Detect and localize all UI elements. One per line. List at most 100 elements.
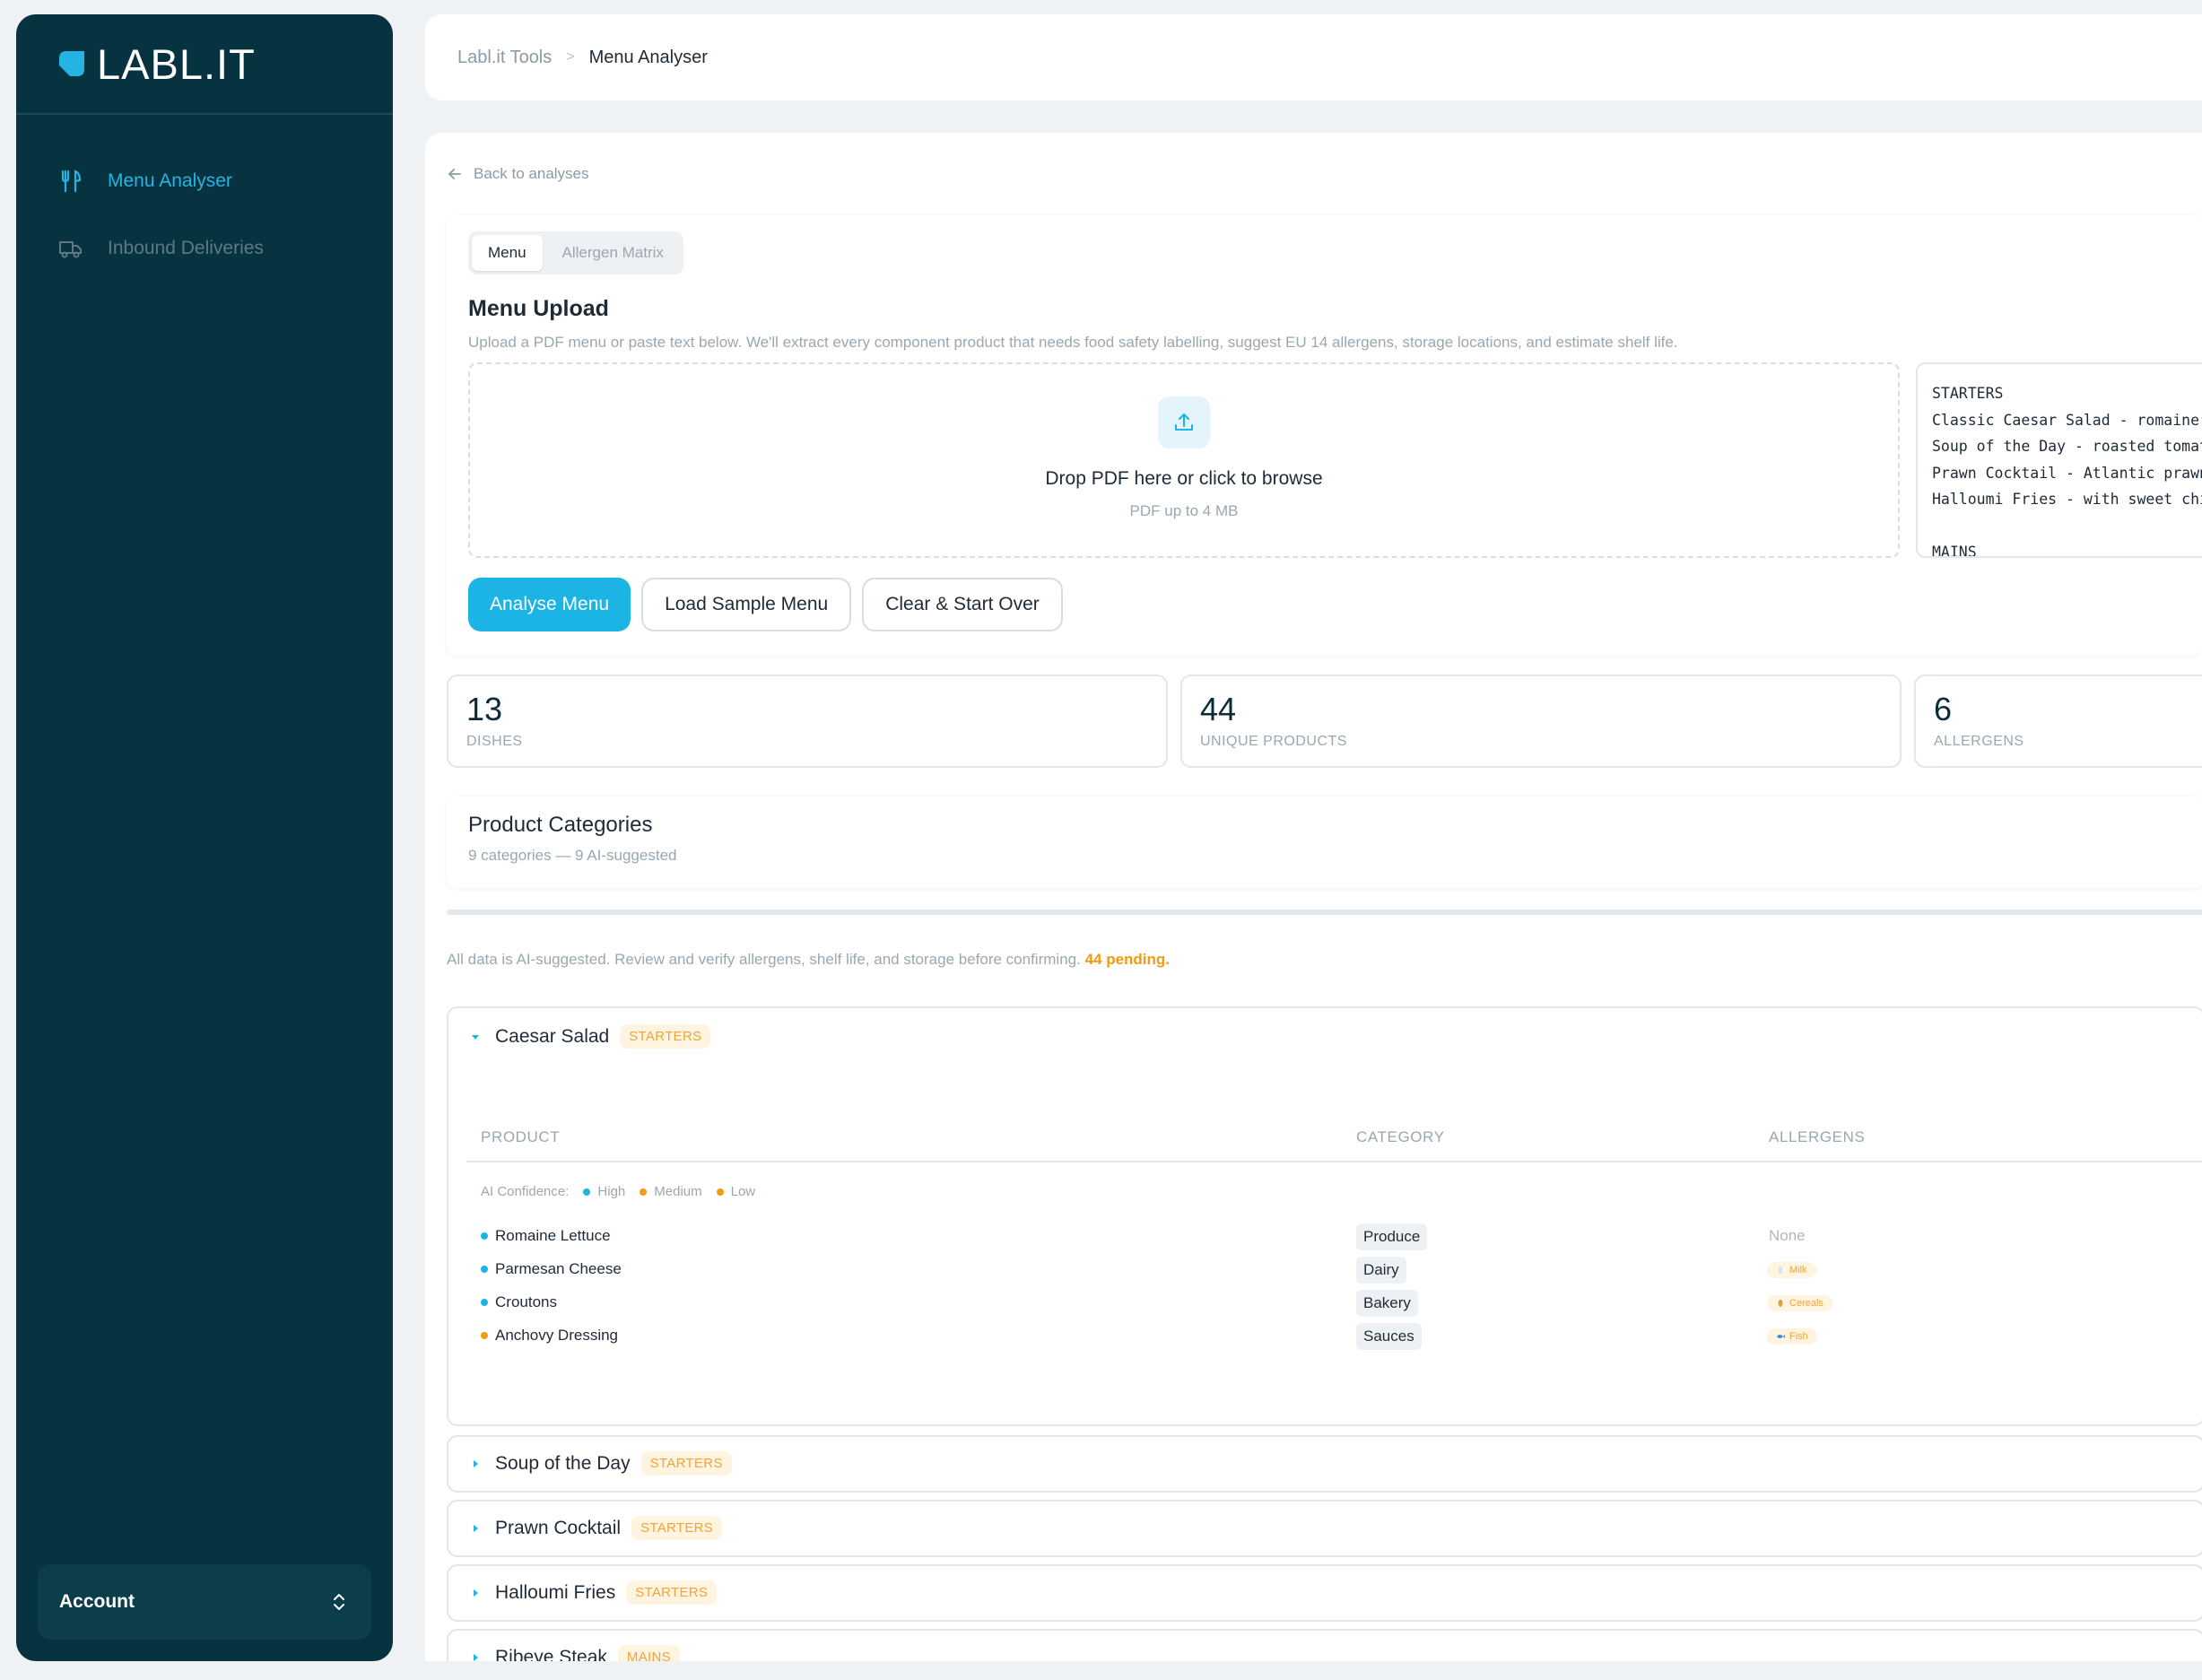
- stat-value: 44: [1200, 691, 1237, 727]
- dish-name: Ribeye Steak: [495, 1646, 607, 1662]
- caret-down-icon: [472, 1034, 479, 1040]
- dish-panel-prawn-cocktail[interactable]: Prawn Cocktail STARTERS: [447, 1500, 2202, 1557]
- confidence-high-dot: [481, 1299, 488, 1306]
- fork-knife-icon: [61, 169, 82, 192]
- sidebar-item-label: Menu Analyser: [108, 170, 232, 191]
- milk-icon: [1779, 1267, 1782, 1274]
- categories-title: Product Categories: [468, 813, 653, 837]
- ai-review-note: All data is AI-suggested. Review and ver…: [447, 951, 1170, 969]
- confidence-legend: AI Confidence: High Medium Low: [481, 1184, 755, 1199]
- menu-text-input[interactable]: STARTERS Classic Caesar Salad - romaine,…: [1916, 362, 2202, 558]
- product-category[interactable]: Sauces: [1356, 1323, 1422, 1350]
- breadcrumb-separator: >: [566, 49, 575, 65]
- table-row[interactable]: Romaine Lettuce Produce None: [448, 1220, 2202, 1256]
- sidebar-item-label: Inbound Deliveries: [108, 237, 264, 258]
- dish-panel-halloumi-fries[interactable]: Halloumi Fries STARTERS: [447, 1564, 2202, 1622]
- confidence-high-dot: [481, 1266, 488, 1273]
- stat-dishes: 13 DISHES: [447, 675, 1168, 768]
- product-categories-card[interactable]: Product Categories 9 categories — 9 AI-s…: [447, 796, 2202, 888]
- dish-header[interactable]: Caesar Salad STARTERS: [470, 1024, 711, 1049]
- allergen-chip-cereals[interactable]: Cereals: [1767, 1295, 1832, 1311]
- pdf-dropzone[interactable]: Drop PDF here or click to browse PDF up …: [468, 362, 1900, 558]
- table-row[interactable]: Anchovy Dressing Sauces Fish: [448, 1319, 2202, 1355]
- pending-count: 44 pending.: [1084, 951, 1171, 968]
- account-switcher[interactable]: Account: [38, 1564, 371, 1640]
- allergen-chip-milk[interactable]: Milk: [1767, 1262, 1816, 1278]
- dish-header[interactable]: Halloumi Fries STARTERS: [470, 1580, 718, 1605]
- wheat-icon: [1778, 1300, 1783, 1307]
- dish-name: Halloumi Fries: [495, 1581, 616, 1603]
- tab-allergen-matrix[interactable]: Allergen Matrix: [546, 235, 680, 271]
- product-category[interactable]: Bakery: [1356, 1290, 1418, 1317]
- section-divider: [447, 910, 2202, 915]
- arrow-left-icon: [448, 169, 461, 179]
- caret-right-icon: [474, 1459, 478, 1467]
- product-allergen-none: None: [1769, 1227, 1806, 1244]
- upload-description: Upload a PDF menu or paste text below. W…: [468, 334, 1678, 351]
- dropzone-title: Drop PDF here or click to browse: [1045, 468, 1323, 489]
- dish-name: Soup of the Day: [495, 1452, 631, 1474]
- account-label: Account: [59, 1591, 135, 1612]
- dish-header[interactable]: Soup of the Day STARTERS: [470, 1451, 732, 1475]
- labl-logo-icon: [59, 51, 84, 76]
- top-header: Labl.it Tools > Menu Analyser: [425, 14, 2202, 100]
- sidebar-nav: Menu Analyser Inbound Deliveries: [16, 115, 393, 282]
- brand: LABL.IT: [16, 14, 393, 115]
- stat-label: DISHES: [466, 734, 523, 749]
- column-header-category[interactable]: CATEGORY: [1356, 1128, 1445, 1146]
- main-panel: Back to analyses Menu Allergen Matrix Me…: [425, 133, 2202, 1661]
- dish-header[interactable]: Ribeye Steak MAINS: [470, 1645, 680, 1661]
- dish-name: Caesar Salad: [495, 1025, 610, 1047]
- stat-allergens: 6 ALLERGENS: [1914, 675, 2202, 768]
- sidebar-item-menu-analyser[interactable]: Menu Analyser: [16, 147, 393, 214]
- breadcrumb-root[interactable]: Labl.it Tools: [457, 48, 552, 68]
- dish-course-tag: MAINS: [617, 1645, 680, 1661]
- sidebar-item-inbound-deliveries[interactable]: Inbound Deliveries: [16, 214, 393, 282]
- view-tabs: Menu Allergen Matrix: [468, 231, 683, 274]
- tab-menu[interactable]: Menu: [472, 235, 543, 271]
- stat-label: ALLERGENS: [1934, 734, 2024, 749]
- analyse-menu-button[interactable]: Analyse Menu: [468, 578, 631, 631]
- menu-upload-card: Menu Allergen Matrix Menu Upload Upload …: [447, 215, 2202, 655]
- stat-value: 13: [466, 691, 503, 727]
- dish-panel-caesar-salad: Caesar Salad STARTERS PRODUCT CATEGORY A…: [447, 1006, 2202, 1426]
- brand-name: LABL.IT: [97, 39, 256, 88]
- confidence-high-dot: [481, 1232, 488, 1240]
- truck-icon: [59, 240, 82, 257]
- upload-icon: [1175, 413, 1193, 431]
- dish-course-tag: STARTERS: [631, 1516, 723, 1540]
- column-header-allergens[interactable]: ALLERGENS: [1769, 1128, 1865, 1146]
- product-category[interactable]: Produce: [1356, 1223, 1428, 1250]
- legend-high: High: [583, 1184, 625, 1199]
- table-row[interactable]: Parmesan Cheese Dairy Milk: [448, 1253, 2202, 1289]
- dish-course-tag: STARTERS: [640, 1451, 732, 1475]
- dropzone-subtitle: PDF up to 4 MB: [1129, 502, 1239, 519]
- load-sample-menu-button[interactable]: Load Sample Menu: [641, 578, 852, 631]
- clear-start-over-button[interactable]: Clear & Start Over: [862, 578, 1063, 631]
- dish-panel-ribeye-steak[interactable]: Ribeye Steak MAINS: [447, 1629, 2202, 1661]
- stat-value: 6: [1934, 691, 1953, 727]
- back-link[interactable]: Back to analyses: [447, 165, 589, 183]
- stat-label: UNIQUE PRODUCTS: [1200, 734, 1347, 749]
- legend-low: Low: [716, 1184, 755, 1199]
- dish-panel-soup-of-the-day[interactable]: Soup of the Day STARTERS: [447, 1435, 2202, 1493]
- dish-name: Prawn Cocktail: [495, 1517, 622, 1538]
- dish-header[interactable]: Prawn Cocktail STARTERS: [470, 1516, 723, 1540]
- product-name: Romaine Lettuce: [481, 1227, 611, 1245]
- stat-unique-products: 44 UNIQUE PRODUCTS: [1180, 675, 1902, 768]
- allergen-chip-fish[interactable]: Fish: [1767, 1328, 1817, 1345]
- categories-subtitle: 9 categories — 9 AI-suggested: [468, 847, 677, 864]
- column-header-product[interactable]: PRODUCT: [481, 1128, 560, 1146]
- table-row[interactable]: Croutons Bakery Cereals: [448, 1286, 2202, 1322]
- caret-right-icon: [474, 1653, 478, 1661]
- fish-icon: [1777, 1335, 1785, 1338]
- legend-label: AI Confidence:: [481, 1184, 570, 1199]
- caret-right-icon: [474, 1524, 478, 1532]
- caret-right-icon: [474, 1589, 478, 1597]
- ai-note-text: All data is AI-suggested. Review and ver…: [447, 951, 1081, 968]
- product-category[interactable]: Dairy: [1356, 1257, 1406, 1284]
- legend-medium: Medium: [640, 1184, 702, 1199]
- product-name: Croutons: [481, 1293, 557, 1311]
- back-label: Back to analyses: [474, 165, 589, 182]
- confidence-medium-dot: [481, 1332, 488, 1339]
